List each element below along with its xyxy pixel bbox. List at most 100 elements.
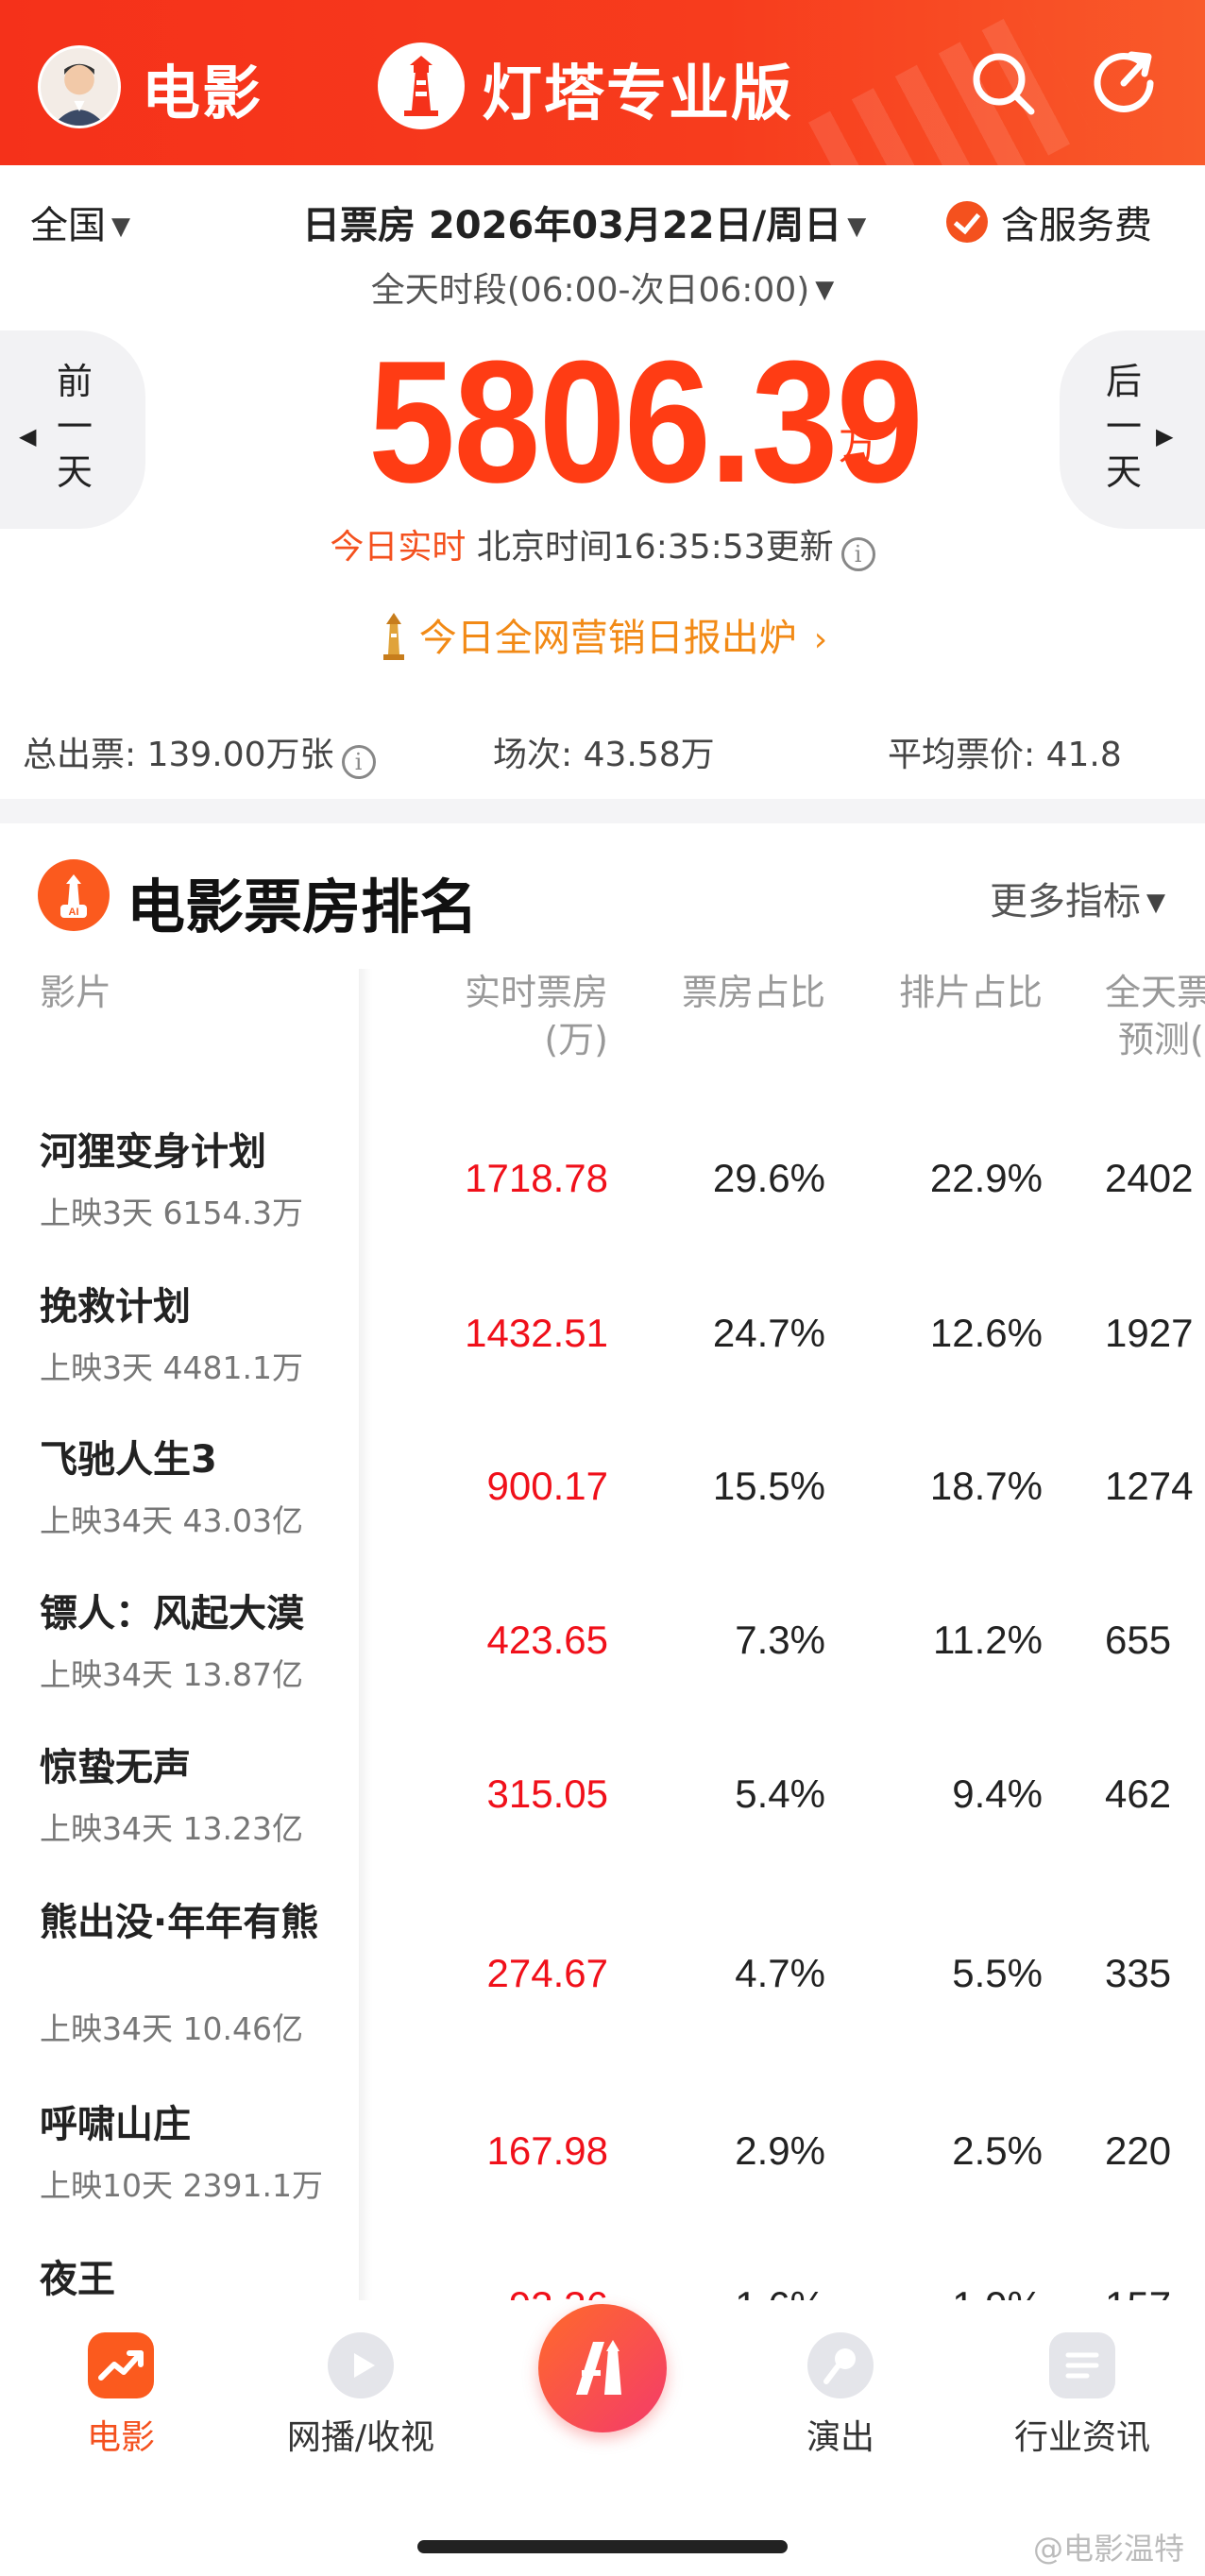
prev-day-char: 天 xyxy=(56,451,93,493)
chevron-right-icon: › xyxy=(813,620,828,659)
film-name: 挽救计划 xyxy=(40,1285,191,1329)
report-banner[interactable]: 今日全网营销日报出炉 › xyxy=(0,607,1205,662)
show-share-value: 9.4% xyxy=(952,1771,1043,1816)
box-share-value: 24.7% xyxy=(712,1311,825,1355)
nav-news[interactable]: 行业资讯 xyxy=(978,2332,1186,2459)
region-selector[interactable]: 全国 ▼ xyxy=(30,195,130,249)
service-fee-toggle[interactable]: 含服务费 xyxy=(946,195,1152,249)
date-label: 日票房 2026年03月22日/周日 xyxy=(302,204,842,247)
ranking-title: 电影票房排名 xyxy=(127,873,479,941)
show-share-value: 18.7% xyxy=(929,1464,1043,1508)
frozen-column-shadow xyxy=(359,969,372,2300)
next-day-char: 天 xyxy=(1105,451,1142,493)
film-release-info: 上映3天 4481.1万 xyxy=(40,1349,303,1386)
column-header-box-share[interactable]: 票房占比 xyxy=(682,969,825,1016)
film-release-info: 上映10天 2391.1万 xyxy=(40,2167,323,2204)
column-header-line: (万) xyxy=(544,1019,608,1060)
column-header-show-share[interactable]: 排片占比 xyxy=(899,969,1043,1016)
lighthouse-trophy-icon xyxy=(382,613,404,660)
report-banner-text: 今日全网营销日报出炉 xyxy=(418,617,797,660)
trend-chart-icon xyxy=(88,2332,154,2398)
box-office-unit: 万 xyxy=(839,425,876,468)
film-release-info: 上映34天 13.23亿 xyxy=(40,1810,303,1847)
realtime-box-value: 1718.78 xyxy=(465,1156,608,1200)
caret-down-icon: ▼ xyxy=(815,276,835,304)
more-metrics-button[interactable]: 更多指标 ▼ xyxy=(990,871,1165,925)
app-logo-text: 灯塔专业版 xyxy=(482,59,793,129)
show-share-value: 2.5% xyxy=(952,2128,1043,2173)
realtime-label: 今日实时 xyxy=(330,528,467,567)
forecast-value: 1274 xyxy=(1105,1464,1194,1508)
film-name: 河狸变身计划 xyxy=(40,1130,266,1174)
document-icon xyxy=(1049,2332,1115,2398)
prev-day-button[interactable]: ◀ 前 一 天 xyxy=(0,330,145,529)
header-title[interactable]: 电影 xyxy=(142,45,263,130)
box-share-value: 1.6% xyxy=(735,2283,825,2300)
ranking-ai-icon: AI xyxy=(38,859,110,931)
forecast-value: 157 xyxy=(1105,2283,1171,2300)
arrow-right-icon: ▶ xyxy=(1156,423,1174,449)
realtime-status: 今日实时 北京时间16:35:53更新 i xyxy=(0,519,1205,571)
info-icon[interactable]: i xyxy=(840,537,875,571)
region-label: 全国 xyxy=(30,204,106,247)
realtime-box-value: 900.17 xyxy=(486,1464,608,1508)
caret-down-icon: ▼ xyxy=(847,212,867,241)
table-row[interactable]: 夜王 93.36 1.6% 1.9% 157 xyxy=(0,2257,1205,2300)
forecast-value: 462 xyxy=(1105,1771,1172,1816)
realtime-box-value: 315.05 xyxy=(486,1771,608,1816)
column-header-film: 影片 xyxy=(40,972,112,1013)
column-header-line: 实时票房 xyxy=(464,972,608,1013)
stat-tickets-label: 总出票: 139.00万张 xyxy=(23,736,334,774)
home-indicator[interactable] xyxy=(417,2540,788,2553)
nav-shows[interactable]: 演出 xyxy=(737,2332,944,2459)
film-name: 惊蛰无声 xyxy=(40,1746,191,1789)
share-icon[interactable] xyxy=(1086,45,1162,121)
show-share-value: 11.2% xyxy=(933,1618,1043,1662)
film-name: 飞驰人生3 xyxy=(40,1438,217,1482)
next-day-char: 一 xyxy=(1105,406,1142,448)
box-share-value: 29.6% xyxy=(712,1156,825,1200)
user-avatar[interactable] xyxy=(38,45,121,128)
checkbox-checked-icon[interactable] xyxy=(946,201,988,243)
next-day-button[interactable]: 后 一 天 ▶ xyxy=(1060,330,1205,529)
forecast-value: 2402 xyxy=(1105,1156,1194,1200)
film-release-info: 上映3天 6154.3万 xyxy=(40,1195,303,1231)
realtime-box-value: 1432.51 xyxy=(465,1311,608,1355)
period-selector[interactable]: 全天时段(06:00-次日06:00) ▼ xyxy=(0,263,1205,312)
search-icon[interactable] xyxy=(965,45,1041,121)
forecast-value: 1927 xyxy=(1105,1311,1194,1355)
film-name: 镖人：风起大漠 xyxy=(40,1592,304,1635)
info-icon[interactable]: i xyxy=(341,745,376,779)
update-time: 北京时间16:35:53更新 xyxy=(476,528,834,567)
realtime-box-value: 93.36 xyxy=(509,2283,608,2300)
nav-news-label: 行业资讯 xyxy=(1013,2418,1150,2457)
box-share-value: 7.3% xyxy=(735,1618,825,1662)
nav-shows-label: 演出 xyxy=(806,2418,874,2457)
column-header-realtime-box[interactable]: 实时票房 (万) xyxy=(465,969,608,1063)
realtime-box-value: 167.98 xyxy=(486,2128,608,2173)
play-icon xyxy=(328,2332,394,2398)
column-header-line: 全天票 xyxy=(1105,972,1205,1013)
caret-down-icon: ▼ xyxy=(111,212,130,241)
nav-streaming-label: 网播/收视 xyxy=(286,2418,435,2457)
column-header-forecast[interactable]: 全天票 预测( xyxy=(1105,969,1205,1063)
ai-assistant-button[interactable] xyxy=(538,2304,667,2432)
forecast-value: 220 xyxy=(1105,2128,1172,2173)
show-share-value: 22.9% xyxy=(929,1156,1043,1200)
film-release-info: 上映34天 43.03亿 xyxy=(40,1502,303,1539)
forecast-value: 335 xyxy=(1105,1951,1172,1995)
nav-movie[interactable]: 电影 xyxy=(17,2332,225,2459)
nav-streaming[interactable]: 网播/收视 xyxy=(257,2332,465,2459)
watermark: @电影温特 xyxy=(1032,2531,1184,2567)
more-metrics-label: 更多指标 xyxy=(990,880,1141,924)
film-name: 夜王 xyxy=(40,2258,115,2300)
caret-down-icon: ▼ xyxy=(1146,889,1165,917)
box-share-value: 15.5% xyxy=(712,1464,825,1508)
stat-shows: 场次: 43.58万 xyxy=(493,736,715,774)
service-fee-label: 含服务费 xyxy=(1001,204,1152,247)
box-share-value: 5.4% xyxy=(735,1771,825,1816)
stat-avg-price: 平均票价: 41.8 xyxy=(888,736,1122,774)
date-selector[interactable]: 日票房 2026年03月22日/周日 ▼ xyxy=(302,195,866,249)
lighthouse-logo-icon xyxy=(378,42,465,129)
forecast-value: 655 xyxy=(1105,1618,1172,1662)
